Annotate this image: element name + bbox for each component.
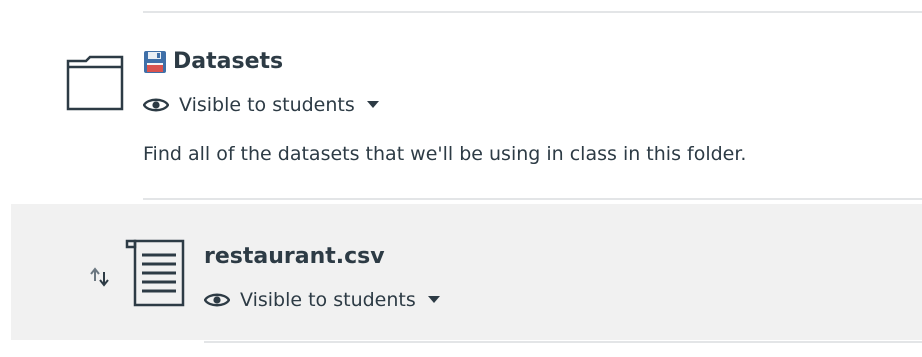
folder-title[interactable]: Datasets	[173, 49, 283, 75]
file-visibility-toggle[interactable]: Visible to students	[204, 288, 440, 312]
eye-icon	[143, 98, 169, 112]
folder-title-row[interactable]: Datasets	[143, 49, 283, 75]
folder-icon	[66, 55, 124, 111]
document-icon	[125, 239, 185, 307]
bottom-divider	[204, 341, 922, 343]
sort-arrows-icon[interactable]	[89, 267, 111, 287]
file-visibility-label: Visible to students	[240, 289, 416, 311]
folder-visibility-toggle[interactable]: Visible to students	[143, 93, 379, 117]
folder-visibility-label: Visible to students	[179, 94, 355, 116]
eye-icon	[204, 293, 230, 307]
middle-divider	[143, 198, 922, 200]
folder-item-datasets: Datasets Visible to students Find all of…	[0, 13, 922, 198]
file-title-link[interactable]: restaurant.csv	[204, 244, 385, 270]
folder-description: Find all of the datasets that we'll be u…	[143, 143, 747, 165]
caret-down-icon	[427, 296, 440, 303]
caret-down-icon	[366, 101, 379, 108]
file-item-restaurant: restaurant.csv Visible to students	[11, 204, 922, 340]
floppy-disk-icon	[144, 51, 166, 73]
